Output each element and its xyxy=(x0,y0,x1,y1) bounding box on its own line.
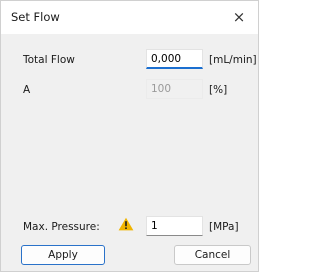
close-button[interactable]: × xyxy=(222,2,256,32)
max-pressure-label: Max. Pressure: xyxy=(23,221,100,233)
set-flow-dialog: Set Flow × Total Flow 0,000 [mL/min] A 1… xyxy=(0,0,259,272)
max-pressure-unit: [MPa] xyxy=(209,221,239,233)
dialog-content: Total Flow 0,000 [mL/min] A 100 [%] Max.… xyxy=(1,34,258,271)
total-flow-input[interactable]: 0,000 xyxy=(146,49,203,69)
a-label: A xyxy=(23,84,31,96)
total-flow-unit: [mL/min] xyxy=(209,54,257,66)
a-unit: [%] xyxy=(209,84,228,96)
warning-triangle-icon xyxy=(118,217,134,231)
dialog-title: Set Flow xyxy=(11,10,60,24)
close-icon: × xyxy=(232,8,246,26)
cancel-button[interactable]: Cancel xyxy=(174,245,251,265)
a-input: 100 xyxy=(146,79,203,99)
title-bar: Set Flow × xyxy=(1,1,258,34)
total-flow-label: Total Flow xyxy=(23,54,75,66)
max-pressure-input[interactable]: 1 xyxy=(146,216,203,236)
apply-button[interactable]: Apply xyxy=(21,245,105,265)
